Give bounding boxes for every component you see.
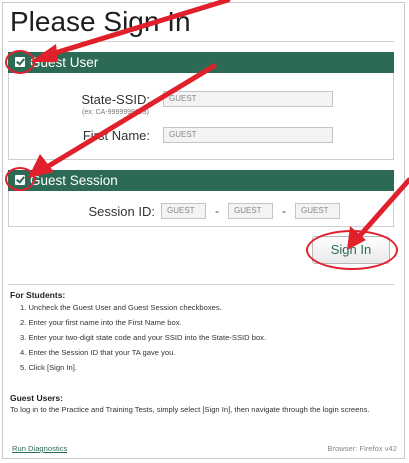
- panel-divider: [8, 284, 394, 285]
- instruction-step: 3. Enter your two-digit state code and y…: [20, 333, 267, 342]
- page-title: Please Sign In: [10, 6, 191, 37]
- guest-user-label: Guest User: [30, 55, 99, 70]
- title-divider: [8, 41, 394, 42]
- run-diagnostics-link[interactable]: Run Diagnostics: [12, 444, 67, 453]
- guest-user-fields: [8, 73, 394, 160]
- session-id-label: Session ID:: [88, 204, 155, 219]
- highlight-ellipse: [5, 167, 35, 191]
- guests-heading: Guest Users:: [10, 393, 63, 403]
- session-id-part-2[interactable]: GUEST: [228, 203, 273, 219]
- instruction-step: 5. Click [Sign In].: [20, 363, 77, 372]
- guest-session-header: Guest Session: [8, 170, 394, 191]
- guests-text: To log in to the Practice and Training T…: [10, 405, 370, 414]
- state-ssid-hint: (ex: CA-9999999123): [82, 109, 149, 116]
- instruction-step: 1. Uncheck the Guest User and Guest Sess…: [20, 303, 222, 312]
- first-name-label: First Name:: [82, 128, 150, 143]
- instruction-step: 2. Enter your first name into the First …: [20, 318, 182, 327]
- guest-session-label: Guest Session: [30, 173, 118, 188]
- students-heading: For Students:: [10, 290, 66, 300]
- instruction-steps: 1. Uncheck the Guest User and Guest Sess…: [20, 300, 266, 375]
- first-name-input[interactable]: GUEST: [163, 127, 333, 143]
- state-ssid-input[interactable]: GUEST: [163, 91, 333, 107]
- session-separator-2: -: [282, 204, 286, 218]
- highlight-ellipse: [306, 230, 398, 270]
- guest-user-header: Guest User: [8, 52, 394, 73]
- state-ssid-label: State-SSID:: [81, 92, 150, 107]
- session-id-part-1[interactable]: GUEST: [161, 203, 206, 219]
- instruction-step: 4. Enter the Session ID that your TA gav…: [20, 348, 176, 357]
- highlight-ellipse: [5, 50, 35, 74]
- browser-info: Browser: Firefox v42: [327, 444, 397, 453]
- session-separator-1: -: [215, 204, 219, 218]
- session-id-part-3[interactable]: GUEST: [295, 203, 340, 219]
